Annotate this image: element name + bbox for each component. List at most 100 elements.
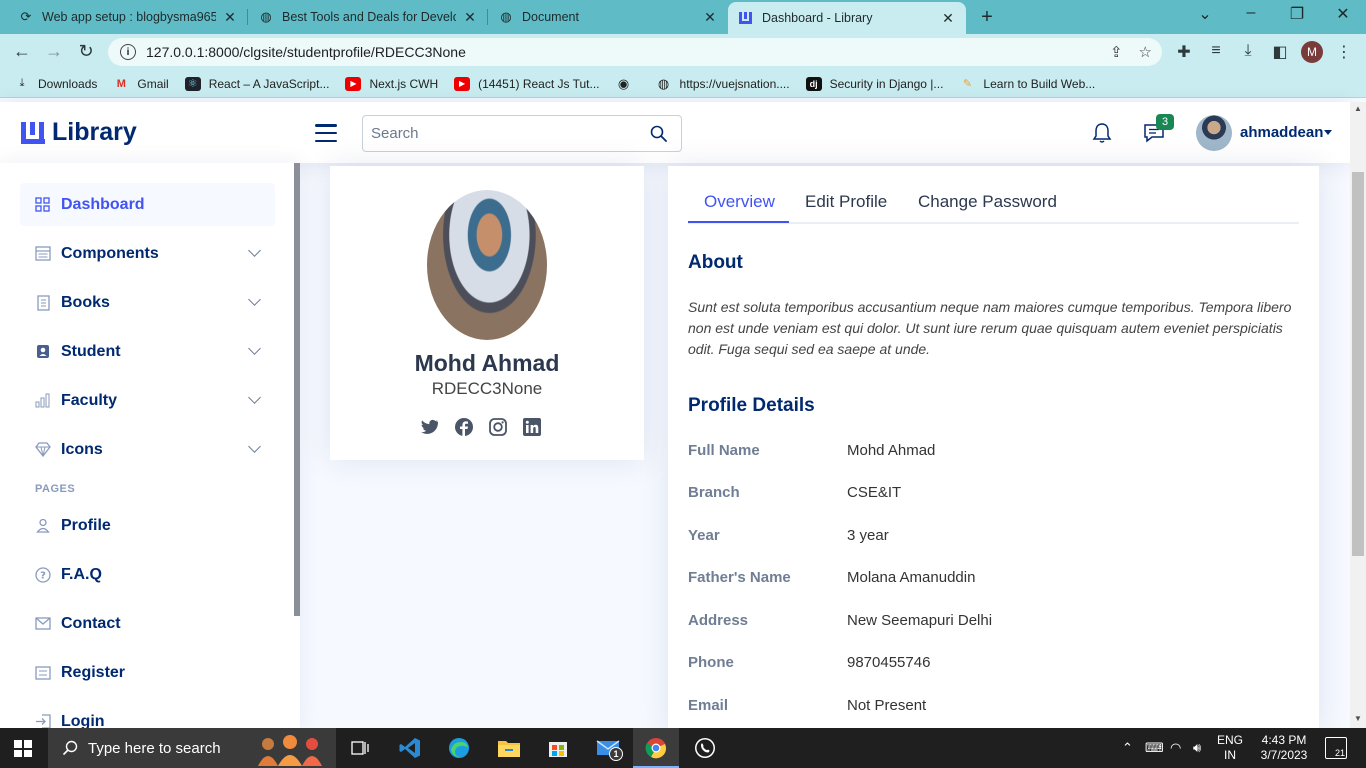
extensions-puzzle-icon[interactable]: ✚	[1173, 42, 1195, 62]
sidebar-scrollbar[interactable]	[294, 163, 300, 616]
scroll-up-arrow-icon[interactable]: ▲	[1350, 104, 1366, 113]
search-icon[interactable]	[650, 125, 667, 142]
bookmark-learn-web[interactable]: ✎ Learn to Build Web...	[959, 77, 1095, 91]
back-arrow-icon[interactable]: ←	[11, 41, 33, 62]
tab-search-icon[interactable]: ⌄	[1193, 4, 1217, 24]
bookmark-nextjs-cwh[interactable]: ▶ Next.js CWH	[345, 76, 438, 91]
youtube-icon: ▶	[454, 76, 471, 91]
sidebar-item-icons[interactable]: Icons	[20, 428, 275, 471]
grid-icon	[34, 196, 51, 213]
sidebar-item-label: Components	[61, 244, 159, 262]
browser-tab-1[interactable]: ⟳ Web app setup : blogbysma9652 ✕	[8, 0, 248, 34]
profile-tabs: Overview Edit Profile Change Password	[688, 184, 1299, 224]
chevron-down-icon[interactable]	[1324, 130, 1332, 135]
facebook-icon[interactable]	[454, 417, 474, 437]
system-clock[interactable]: 4:43 PM 3/7/2023	[1255, 733, 1313, 763]
forward-arrow-icon[interactable]: →	[43, 41, 65, 62]
bookmark-react[interactable]: ⚛ React – A JavaScript...	[184, 76, 329, 91]
sidebar-item-faculty[interactable]: Faculty	[20, 379, 275, 422]
share-icon[interactable]: ⇪	[1110, 43, 1123, 61]
sidebar-item-dashboard[interactable]: Dashboard	[20, 183, 275, 226]
sidebar-item-student[interactable]: Student	[20, 330, 275, 373]
browser-tab-active[interactable]: Dashboard - Library ✕	[728, 2, 966, 34]
windows-start-icon[interactable]	[14, 740, 32, 757]
linkedin-icon[interactable]	[522, 417, 542, 437]
downloads-icon[interactable]: ⤓	[1237, 42, 1259, 60]
notification-center-icon[interactable]: 21	[1325, 737, 1347, 759]
chevron-up-icon[interactable]: ⌃	[1122, 740, 1133, 756]
profile-photo	[427, 190, 547, 340]
bookmark-gmail[interactable]: M Gmail	[113, 77, 169, 91]
browser-toolbar: ← → ↻ i 127.0.0.1:8000/clgsite/studentpr…	[0, 34, 1366, 70]
tab-edit-profile[interactable]: Edit Profile	[805, 192, 887, 212]
microsoft-store-icon[interactable]	[545, 735, 571, 761]
bookmark-label: https://vuejsnation....	[679, 76, 790, 91]
fathers-name-label: Father's Name	[688, 569, 791, 586]
bookmark-globe[interactable]: ◉	[616, 76, 640, 91]
branch-label: Branch	[688, 484, 740, 501]
sidebar-item-faq[interactable]: ? F.A.Q	[20, 553, 275, 596]
reload-icon[interactable]: ↻	[75, 41, 97, 62]
site-info-icon[interactable]: i	[120, 44, 136, 60]
username[interactable]: ahmaddean	[1240, 124, 1323, 141]
question-circle-icon: ?	[34, 566, 51, 583]
language-indicator[interactable]: ENG IN	[1217, 733, 1243, 763]
sidebar-item-contact[interactable]: Contact	[20, 602, 275, 645]
tab-overview[interactable]: Overview	[704, 192, 775, 212]
close-tab-icon[interactable]: ✕	[462, 9, 478, 26]
sidebar-item-components[interactable]: Components	[20, 232, 275, 275]
file-explorer-icon[interactable]	[496, 735, 522, 761]
tab-change-password[interactable]: Change Password	[918, 192, 1057, 212]
sidebar-item-books[interactable]: Books	[20, 281, 275, 324]
browser-profile-avatar[interactable]: M	[1301, 41, 1323, 63]
bookmark-react-js-tut[interactable]: ▶ (14451) React Js Tut...	[454, 76, 600, 91]
taskbar-search[interactable]: Type here to search	[48, 728, 336, 768]
hamburger-line	[315, 131, 337, 135]
sidebar-item-label: Icons	[61, 440, 103, 458]
wifi-icon[interactable]: ◠	[1170, 740, 1181, 756]
new-tab-button[interactable]: +	[976, 6, 998, 29]
whatsapp-icon[interactable]	[692, 735, 718, 761]
vscode-icon[interactable]	[397, 735, 423, 761]
close-tab-icon[interactable]: ✕	[702, 9, 718, 26]
bookmark-django-security[interactable]: dj Security in Django |...	[805, 76, 943, 91]
page-scrollbar[interactable]: ▲ ▼	[1350, 102, 1366, 728]
close-tab-icon[interactable]: ✕	[222, 9, 238, 26]
bookmark-star-icon[interactable]: ☆	[1139, 43, 1152, 61]
minimize-icon[interactable]: –	[1239, 4, 1263, 22]
chrome-icon[interactable]	[643, 735, 669, 761]
browser-tab-2[interactable]: ◍ Best Tools and Deals for Develop ✕	[248, 0, 488, 34]
user-avatar[interactable]	[1196, 115, 1232, 151]
media-queue-icon[interactable]: ≡	[1205, 42, 1227, 60]
task-view-icon[interactable]	[347, 735, 373, 761]
bell-icon[interactable]	[1092, 122, 1112, 144]
close-tab-icon[interactable]: ✕	[940, 10, 956, 27]
bookmark-label: (14451) React Js Tut...	[478, 76, 600, 91]
twitter-icon[interactable]	[420, 417, 440, 437]
keyboard-icon[interactable]: ⌨	[1145, 740, 1164, 756]
sidebar-item-register[interactable]: Register	[20, 651, 275, 694]
instagram-icon[interactable]	[488, 417, 508, 437]
sidebar-item-profile[interactable]: Profile	[20, 504, 275, 547]
restore-icon[interactable]: ❐	[1285, 4, 1309, 24]
bookmark-label: Downloads	[38, 76, 98, 91]
close-window-icon[interactable]: ✕	[1331, 4, 1355, 24]
search-icon	[62, 740, 78, 756]
chevron-down-icon	[248, 293, 261, 306]
mail-icon[interactable]: 1	[595, 735, 623, 761]
search-input[interactable]	[363, 116, 633, 151]
volume-icon[interactable]: 🔊︎	[1193, 740, 1201, 756]
browser-menu-icon[interactable]: ⋮	[1333, 42, 1355, 62]
side-panel-icon[interactable]: ◧	[1269, 42, 1291, 62]
browser-tab-3[interactable]: ◍ Document ✕	[488, 0, 728, 34]
site-logo[interactable]: Library	[20, 118, 137, 147]
sidebar-item-login[interactable]: Login	[20, 700, 275, 728]
toggle-sidebar-button[interactable]	[315, 124, 337, 142]
branch-value: CSE&IT	[847, 484, 902, 501]
address-bar[interactable]: i 127.0.0.1:8000/clgsite/studentprofile/…	[108, 38, 1162, 66]
scroll-down-arrow-icon[interactable]: ▼	[1350, 714, 1366, 723]
edge-icon[interactable]	[446, 735, 472, 761]
bookmark-vuejsnation[interactable]: ◍ https://vuejsnation....	[656, 76, 790, 91]
scrollbar-thumb[interactable]	[1352, 172, 1364, 556]
bookmark-downloads[interactable]: ⤓ Downloads	[14, 76, 98, 91]
